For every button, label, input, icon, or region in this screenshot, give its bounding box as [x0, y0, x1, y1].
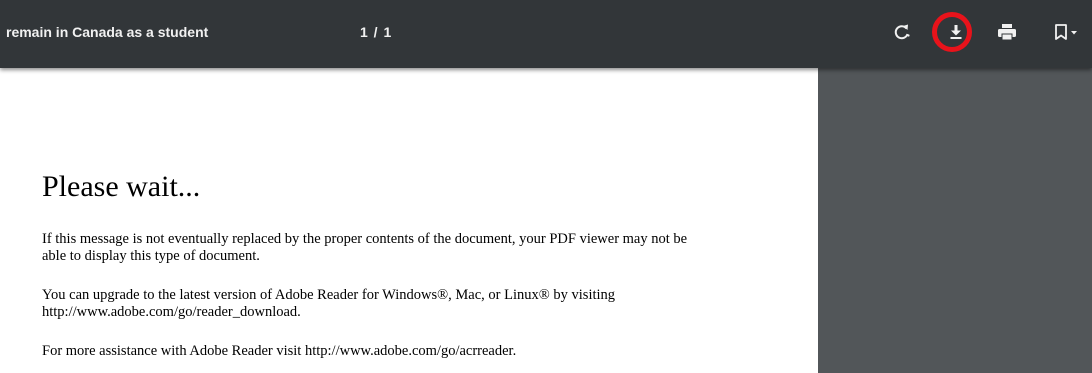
- document-title: remain in Canada as a student: [6, 24, 209, 40]
- upgrade-paragraph: You can upgrade to the latest version of…: [42, 287, 616, 320]
- rotate-button[interactable]: [884, 14, 920, 50]
- message-paragraph: If this message is not eventually replac…: [42, 231, 688, 264]
- bookmark-icon: [1055, 24, 1067, 40]
- page-indicator: 1 / 1: [360, 24, 393, 40]
- assistance-paragraph: For more assistance with Adobe Reader vi…: [42, 343, 517, 359]
- bookmark-menu-button[interactable]: [1044, 14, 1088, 50]
- download-icon: [950, 25, 962, 39]
- pdf-page: Please wait... If this message is not ev…: [0, 68, 818, 373]
- chevron-down-icon: [1071, 31, 1077, 35]
- pdf-viewer: remain in Canada as a student 1 / 1 Plea…: [0, 0, 1092, 373]
- rotate-icon: [894, 24, 910, 40]
- print-icon: [998, 24, 1016, 41]
- page-heading: Please wait...: [42, 170, 201, 203]
- pdf-toolbar: remain in Canada as a student 1 / 1: [0, 0, 1092, 68]
- download-button[interactable]: [938, 14, 974, 50]
- print-button[interactable]: [989, 14, 1025, 50]
